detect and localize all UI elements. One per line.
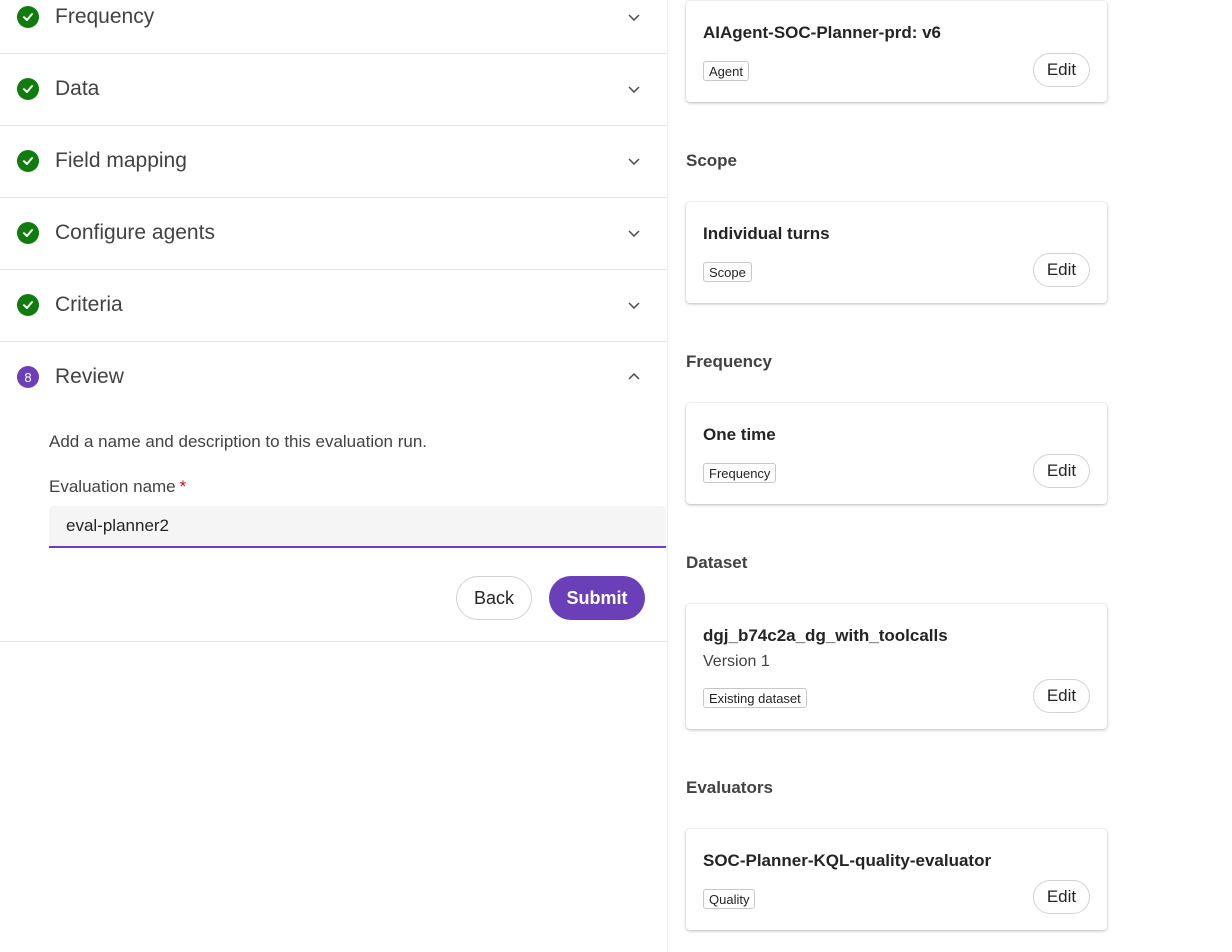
agent-title: AIAgent-SOC-Planner-prd: v6: [703, 23, 942, 42]
wizard-steps-panel: Frequency Data Field mapping Configure a…: [0, 0, 668, 952]
step-label: Frequency: [55, 5, 155, 28]
scope-heading: Scope: [686, 151, 738, 170]
scope-card: Individual turns Scope Edit: [686, 202, 1107, 303]
dataset-card: dgj_b74c2a_dg_with_toolcalls Version 1 E…: [686, 604, 1107, 729]
scope-title: Individual turns: [703, 224, 830, 243]
evaluators-card: SOC-Planner-KQL-quality-evaluator Qualit…: [686, 829, 1107, 930]
evaluator-title: SOC-Planner-KQL-quality-evaluator: [703, 851, 992, 870]
evaluation-name-input[interactable]: [49, 506, 666, 548]
frequency-title: One time: [703, 425, 776, 444]
chevron-down-icon[interactable]: [627, 298, 641, 312]
chevron-down-icon[interactable]: [627, 154, 641, 168]
submit-button[interactable]: Submit: [549, 576, 645, 620]
dataset-version: Version 1: [703, 653, 770, 670]
step-label: Configure agents: [55, 221, 215, 244]
checkmark-circle-icon: [17, 294, 39, 316]
dataset-heading: Dataset: [686, 553, 748, 572]
back-button[interactable]: Back: [456, 576, 532, 620]
agent-card: AIAgent-SOC-Planner-prd: v6 Agent Edit: [686, 1, 1107, 102]
evaluators-heading: Evaluators: [686, 778, 773, 797]
checkmark-circle-icon: [17, 150, 39, 172]
step-label: Review: [55, 365, 124, 388]
checkmark-circle-icon: [17, 6, 39, 28]
edit-agent-button[interactable]: Edit: [1033, 53, 1090, 87]
evaluation-name-label: Evaluation name *: [49, 477, 187, 496]
edit-frequency-button[interactable]: Edit: [1033, 454, 1090, 488]
chevron-up-icon[interactable]: [627, 370, 641, 384]
edit-evaluators-button[interactable]: Edit: [1033, 880, 1090, 914]
frequency-card: One time Frequency Edit: [686, 403, 1107, 504]
agent-tag: Agent: [703, 61, 749, 81]
step-label: Field mapping: [55, 149, 187, 172]
chevron-down-icon[interactable]: [627, 10, 641, 24]
dataset-tag: Existing dataset: [703, 688, 807, 708]
step-field-mapping[interactable]: Field mapping: [0, 125, 668, 198]
chevron-down-icon[interactable]: [627, 226, 641, 240]
step-label: Data: [55, 77, 100, 100]
frequency-tag: Frequency: [703, 463, 777, 483]
step-number-badge: 8: [17, 366, 39, 388]
step-configure-agents[interactable]: Configure agents: [0, 197, 668, 270]
step-frequency[interactable]: Frequency: [0, 0, 668, 54]
step-criteria[interactable]: Criteria: [0, 269, 668, 342]
checkmark-circle-icon: [17, 222, 39, 244]
chevron-down-icon[interactable]: [627, 82, 641, 96]
evaluator-tag: Quality: [703, 889, 756, 909]
step-label: Criteria: [55, 293, 123, 316]
required-marker: *: [179, 477, 187, 496]
divider: [0, 641, 668, 642]
review-description: Add a name and description to this evalu…: [49, 432, 428, 451]
dataset-title: dgj_b74c2a_dg_with_toolcalls: [703, 626, 948, 645]
panel-divider: [667, 0, 668, 952]
step-data[interactable]: Data: [0, 53, 668, 126]
frequency-heading: Frequency: [686, 352, 772, 371]
edit-dataset-button[interactable]: Edit: [1033, 679, 1090, 713]
edit-scope-button[interactable]: Edit: [1033, 253, 1090, 287]
scope-tag: Scope: [703, 262, 752, 282]
checkmark-circle-icon: [17, 78, 39, 100]
